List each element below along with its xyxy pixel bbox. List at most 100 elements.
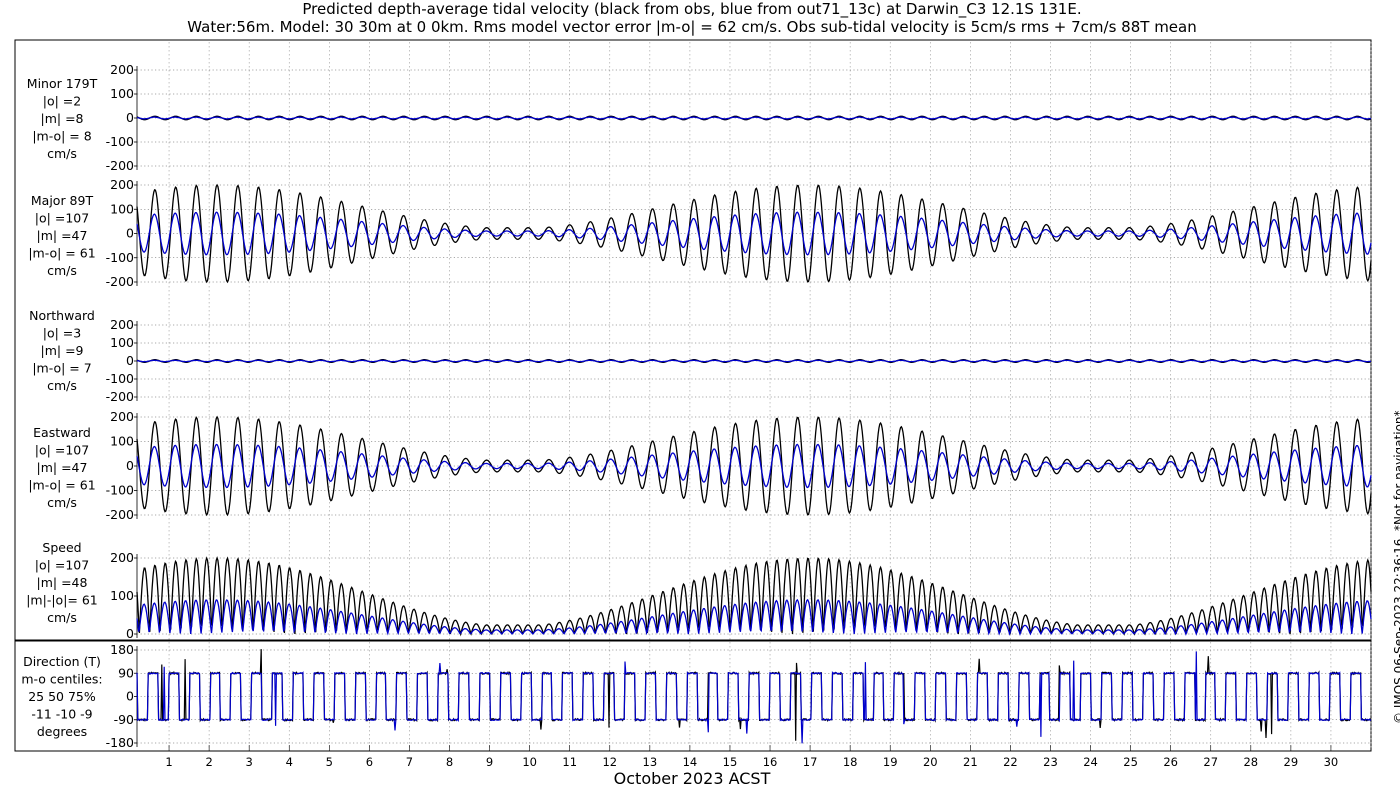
y-tick-label: 0 [126,626,134,641]
y-tick-label: -100 [106,483,134,498]
obs-line-speed [136,556,1372,637]
panel-label-east: Eastward [33,425,91,440]
model-line-east [136,443,1372,489]
panel-label-direction: Direction (T) [23,654,101,669]
lower-frame [14,640,1372,752]
x-tick-label: 2 [205,755,212,769]
model-line-north [136,359,1372,363]
x-tick-label: 5 [326,755,333,769]
y-tick-label: 200 [110,177,134,192]
panel-label-minor: Minor 179T [27,76,98,91]
y-tick-label: 0 [126,458,134,473]
panel-label-direction: 25 50 75% [28,689,96,704]
x-tick-label: 15 [723,755,738,769]
x-tick-label: 20 [923,755,938,769]
panel-label-speed: |o| =107 [35,558,89,573]
x-tick-label: 3 [246,755,253,769]
x-tick-label: 10 [522,755,537,769]
x-tick-label: 7 [406,755,413,769]
x-tick-label: 28 [1243,755,1258,769]
y-tick-label: 0 [126,689,134,704]
panel-label-major: |o| =107 [35,211,89,226]
model-line-major [136,211,1372,256]
panel-label-major: cm/s [47,263,77,278]
model-line-minor [136,116,1372,120]
panel-label-minor: |m| =8 [41,111,84,126]
y-tick-label: 90 [118,665,134,680]
y-tick-label: -180 [106,735,134,750]
x-tick-label: 30 [1324,755,1339,769]
y-tick-label: 200 [110,317,134,332]
x-tick-label: 25 [1123,755,1138,769]
panel-label-direction: degrees [37,724,87,739]
y-tick-label: -100 [106,134,134,149]
x-tick-label: 26 [1163,755,1178,769]
x-tick-label: 21 [963,755,978,769]
y-tick-label: 100 [110,588,134,603]
y-tick-label: 180 [110,642,134,657]
panel-label-speed: |m|-|o|= 61 [26,593,98,608]
y-tick-label: -200 [106,507,134,522]
panel-label-north: |o| =3 [43,326,81,341]
x-tick-label: 23 [1043,755,1058,769]
x-axis-label: October 2023 ACST [613,769,771,788]
panel-label-direction: m-o centiles: [21,672,102,687]
x-tick-label: 13 [643,755,658,769]
panel-label-north: |m-o| = 7 [32,361,91,376]
panel-label-speed: |m| =48 [37,575,88,590]
y-tick-label: 100 [110,335,134,350]
x-tick-label: 9 [486,755,493,769]
x-tick-label: 22 [1003,755,1018,769]
x-tick-label: 4 [286,755,293,769]
y-tick-label: 0 [126,226,134,241]
y-tick-label: 0 [126,353,134,368]
y-tick-label: -200 [106,389,134,404]
y-tick-label: -90 [114,712,134,727]
x-tick-label: 12 [602,755,617,769]
copyright-notice: © IMOS 06-Sep-2023 22:36:16. *Not for na… [1392,410,1400,724]
y-tick-label: -200 [106,158,134,173]
y-tick-label: 200 [110,409,134,424]
y-tick-label: -100 [106,371,134,386]
panel-label-speed: cm/s [47,610,77,625]
x-tick-label: 11 [562,755,577,769]
upper-frame [14,39,1372,641]
panel-label-east: |m-o| = 61 [28,478,95,493]
obs-direction-line [136,649,1372,741]
y-tick-label: -100 [106,250,134,265]
y-tick-label: 100 [110,86,134,101]
panel-label-minor: cm/s [47,146,77,161]
x-tick-label: 8 [446,755,453,769]
panel-label-major: |m-o| = 61 [28,246,95,261]
panel-label-east: |m| =47 [37,460,88,475]
panel-label-north: |m| =9 [41,343,84,358]
y-tick-label: -200 [106,274,134,289]
panel-label-minor: |o| =2 [43,94,81,109]
y-tick-label: 0 [126,110,134,125]
panel-label-major: |m| =47 [37,228,88,243]
x-tick-label: 27 [1203,755,1218,769]
y-tick-label: 200 [110,550,134,565]
x-tick-label: 24 [1083,755,1098,769]
x-tick-label: 29 [1284,755,1299,769]
model-direction-line [136,651,1372,744]
panel-label-speed: Speed [42,540,81,555]
panel-label-minor: |m-o| = 8 [32,129,91,144]
panel-label-direction: -11 -10 -9 [31,707,92,722]
x-tick-label: 1 [165,755,172,769]
panel-label-north: Northward [29,308,95,323]
panel-label-north: cm/s [47,378,77,393]
tidal-velocity-chart: 1 2 3 4 5 6 7 8 9 10 11 12 13 14 15 16 17 18 19 20 21 22 23 24 2… [14,39,1372,769]
x-tick-label: 6 [366,755,373,769]
panel-label-east: cm/s [47,495,77,510]
panel-label-east: |o| =107 [35,443,89,458]
x-tick-label: 19 [883,755,898,769]
x-tick-label: 14 [683,755,698,769]
x-tick-label: 18 [843,755,858,769]
x-tick-label: 16 [763,755,778,769]
y-tick-label: 100 [110,434,134,449]
x-tick-label: 17 [803,755,818,769]
panel-label-major: Major 89T [31,193,94,208]
y-tick-label: 100 [110,201,134,216]
y-tick-label: 200 [110,62,134,77]
